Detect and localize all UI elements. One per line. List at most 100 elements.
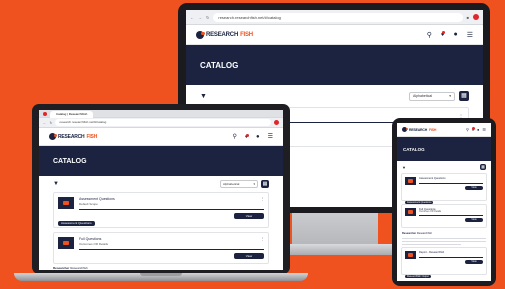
catalog-card[interactable]: Assessment Questions ⋮ Default Scope Vie… <box>53 192 269 228</box>
view-button[interactable]: View <box>234 213 264 219</box>
reload-icon[interactable]: ↻ <box>50 121 53 125</box>
catalog-toolbar: ▼ Alphabetical ▾ ▦ <box>39 176 283 192</box>
user-icon[interactable]: ● <box>477 127 479 132</box>
card-tag[interactable]: Assessment Questions <box>405 201 434 204</box>
card-divider <box>79 209 264 210</box>
extension-icon[interactable]: ■ <box>467 15 469 20</box>
view-button[interactable]: View <box>465 260 483 264</box>
filter-icon[interactable]: ▼ <box>53 181 59 187</box>
grid-view-icon[interactable]: ▦ <box>261 180 269 188</box>
view-button[interactable]: View <box>465 186 483 190</box>
grid-view-icon[interactable]: ▦ <box>459 91 469 101</box>
grid-view-icon[interactable]: ▦ <box>480 164 486 170</box>
card-title: Report - Researchfish <box>419 251 445 254</box>
laptop-screen: Catalog | ResearchFish ← ↻ research.rese… <box>39 110 283 270</box>
card-divider <box>419 183 483 184</box>
laptop-notch <box>140 273 182 276</box>
forward-icon[interactable]: → <box>198 15 202 20</box>
filter-icon[interactable]: ▼ <box>200 93 207 100</box>
catalog-card[interactable]: Full Questions Outcomes OR Details View <box>401 204 487 228</box>
window-close-icon[interactable] <box>43 111 47 116</box>
card-title: Full Questions <box>79 237 102 241</box>
address-bar[interactable]: research.researchfish.net/#/catalog <box>55 119 271 126</box>
search-icon[interactable]: ⚲ <box>466 127 469 132</box>
browser-toolbar: ← → ↻ research.researchfish.net/#/catalo… <box>186 10 483 25</box>
browser-tab-strip: Catalog | ResearchFish <box>39 110 283 118</box>
catalog-card[interactable]: Assessment Questions View Assessment Que… <box>401 173 487 204</box>
page-title: CATALOG <box>53 157 87 165</box>
page-title-banner: CATALOG <box>397 137 491 161</box>
user-icon[interactable]: ● <box>256 134 260 140</box>
card-thumbnail <box>405 177 416 185</box>
catalog-card[interactable]: Full Questions ⋮ Outcomes OR Details Vie… <box>53 232 269 264</box>
profile-icon[interactable] <box>473 14 479 20</box>
hamburger-menu-icon[interactable]: ☰ <box>268 133 273 140</box>
monitor-stand <box>292 213 378 245</box>
hamburger-menu-icon[interactable]: ☰ <box>482 127 486 132</box>
page-title-banner: CATALOG <box>39 146 283 176</box>
card-title: Assessment Questions <box>419 177 446 180</box>
card-tag[interactable]: Researchfish Output <box>405 275 431 278</box>
card-thumbnail <box>405 208 416 216</box>
chevron-down-icon: ▾ <box>253 182 255 186</box>
researchfish-logo[interactable]: RESEARCH FISH <box>49 133 97 140</box>
profile-icon[interactable] <box>274 120 279 125</box>
card-subtitle: Default Scope <box>79 202 98 206</box>
header-icons: ⚲ ♦ ● ☰ <box>466 127 486 132</box>
sort-select[interactable]: Alphabetical ▾ <box>220 180 258 188</box>
card-divider <box>79 249 264 250</box>
notes-row: Researcher Researchfish <box>39 264 283 270</box>
page-title-banner: CATALOG <box>186 45 483 85</box>
search-icon[interactable]: ⚲ <box>233 133 237 140</box>
more-options-icon[interactable]: ⋮ <box>261 237 265 241</box>
notes-label: Researcher <box>53 266 70 270</box>
page-title: CATALOG <box>200 60 239 70</box>
header-icons: ⚲ ♦ ● ☰ <box>233 133 273 140</box>
user-icon[interactable]: ● <box>453 31 457 38</box>
app-header: RESEARCH FISH ⚲ ♦ ● ☰ <box>186 25 483 45</box>
notes-value: Researchfish <box>70 266 88 270</box>
card-divider <box>419 257 483 258</box>
card-divider <box>419 215 483 216</box>
card-thumbnail <box>58 237 74 249</box>
card-subtitle: Outcomes OR Details <box>79 242 109 246</box>
logo-mark-icon <box>402 127 408 132</box>
researchfish-logo[interactable]: RESEARCH FISH <box>402 127 436 132</box>
view-button[interactable]: View <box>234 253 264 259</box>
browser-toolbar: ← ↻ research.researchfish.net/#/catalog <box>39 118 283 128</box>
hamburger-menu-icon[interactable]: ☰ <box>467 31 473 39</box>
card-tag[interactable]: Assessment Questions <box>58 221 95 226</box>
reload-icon[interactable]: ↻ <box>206 15 209 20</box>
header-icons: ⚲ ♦ ● ☰ <box>427 31 473 39</box>
notes-row: Researcher Researchfish <box>397 231 491 236</box>
catalog-toolbar: ▼ ▦ <box>397 161 491 173</box>
card-thumbnail <box>405 251 416 259</box>
page-title: CATALOG <box>403 146 425 152</box>
browser-tab[interactable]: Catalog | ResearchFish <box>50 110 94 118</box>
view-button[interactable]: View <box>465 218 483 222</box>
researchfish-logo[interactable]: RESEARCH FISH <box>196 30 253 39</box>
notes-text-lines <box>397 238 491 245</box>
app-header: RESEARCH FISH ⚲ ♦ ● ☰ <box>397 123 491 137</box>
logo-mark-icon <box>49 133 57 140</box>
chevron-down-icon: ▾ <box>449 94 451 98</box>
app-header: RESEARCH FISH ⚲ ♦ ● ☰ <box>39 128 283 146</box>
logo-mark-icon <box>196 30 205 39</box>
address-bar[interactable]: research.researchfish.net/#/catalog <box>213 12 463 22</box>
more-options-icon[interactable]: ⋮ <box>261 197 265 201</box>
notes-label: Researcher <box>402 232 417 235</box>
card-title: Assessment Questions <box>79 197 115 201</box>
sort-select[interactable]: Alphabetical ▾ <box>409 91 455 101</box>
card-thumbnail <box>58 197 74 209</box>
card-subtitle: Outcomes OR Details <box>419 211 442 213</box>
bell-icon[interactable]: ♦ <box>441 31 446 38</box>
back-icon[interactable]: ← <box>43 121 47 125</box>
tablet-screen: RESEARCH FISH ⚲ ♦ ● ☰ CATALOG ▼ ▦ Assessm… <box>397 123 491 281</box>
notes-value: Researchfish <box>416 232 433 235</box>
catalog-card[interactable]: Report - Researchfish View Researchfish … <box>401 247 487 278</box>
bell-icon[interactable]: ♦ <box>245 133 250 140</box>
bell-icon[interactable]: ♦ <box>472 127 476 132</box>
search-icon[interactable]: ⚲ <box>427 31 432 39</box>
filter-icon[interactable]: ▼ <box>402 165 406 170</box>
back-icon[interactable]: ← <box>190 15 194 20</box>
